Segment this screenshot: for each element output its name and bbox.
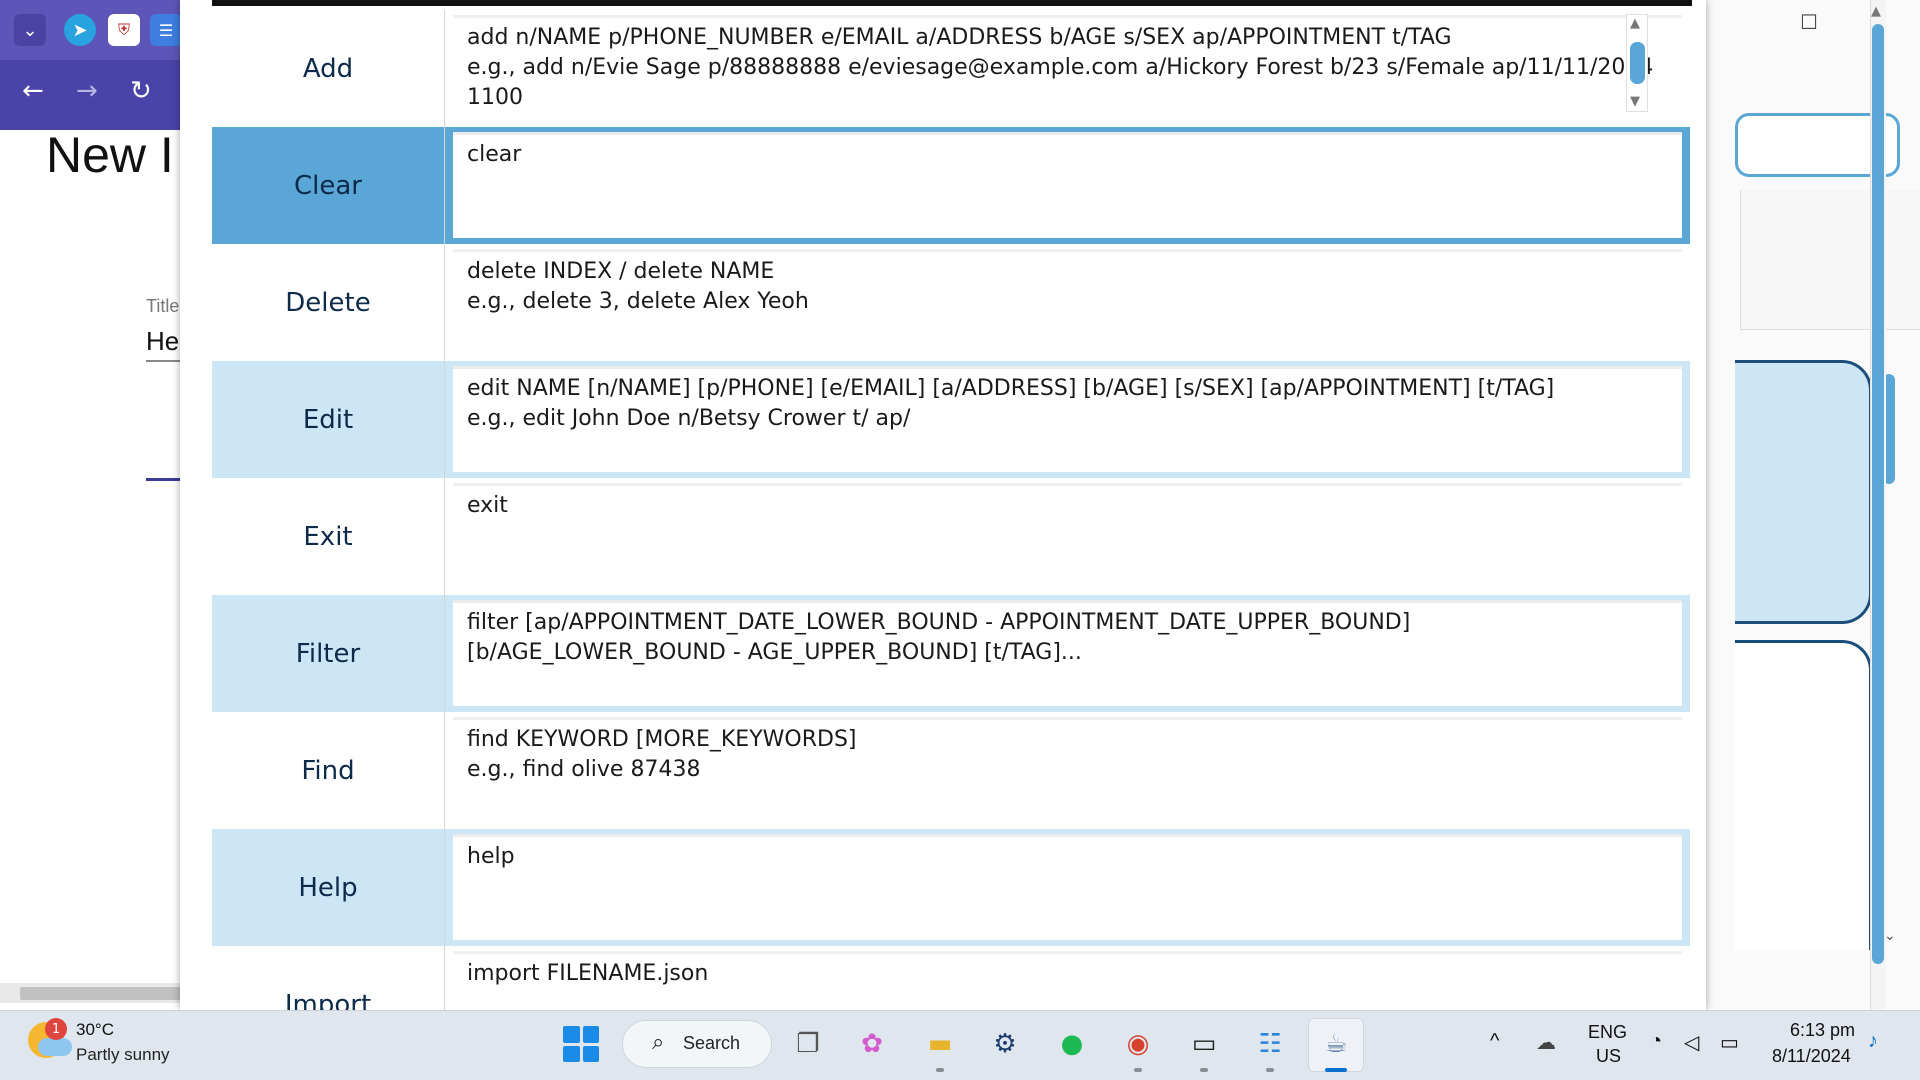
command-name-cell[interactable]: Help [212, 829, 445, 946]
reload-icon[interactable]: ↻ [130, 76, 152, 106]
weather-description[interactable]: Partly sunny [76, 1045, 170, 1065]
weather-temperature[interactable]: 30°C [76, 1020, 114, 1040]
command-row[interactable]: Exit exit [212, 478, 1690, 595]
command-row[interactable]: Clear clear [212, 127, 1690, 244]
person-card[interactable] [1735, 360, 1872, 624]
command-row[interactable]: Find find KEYWORD [MORE_KEYWORDS] e.g., f… [212, 712, 1690, 829]
search-label: Search [683, 1033, 741, 1053]
copilot-icon[interactable]: ✿ [852, 1024, 892, 1064]
command-description-text[interactable]: filter [ap/APPOINTMENT_DATE_LOWER_BOUND … [453, 600, 1682, 706]
command-description-text[interactable]: add n/NAME p/PHONE_NUMBER e/EMAIL a/ADDR… [453, 15, 1682, 121]
language-region[interactable]: US [1596, 1046, 1621, 1067]
file-explorer-icon[interactable]: ▬ [920, 1024, 960, 1064]
page-heading: New I [46, 127, 174, 183]
description-scrollbar-thumb[interactable] [1630, 42, 1645, 84]
forward-arrow-icon[interactable]: → [76, 76, 98, 106]
command-row[interactable]: Help help [212, 829, 1690, 946]
command-row[interactable]: Delete delete INDEX / delete NAME e.g., d… [212, 244, 1690, 361]
command-description-cell[interactable]: clear [445, 127, 1690, 244]
running-indicator [1266, 1068, 1274, 1072]
tab-list-button[interactable]: ⌄ [14, 14, 46, 46]
horizontal-scrollbar-thumb[interactable] [20, 987, 190, 1000]
crest-tab-icon[interactable]: ⛨ [108, 14, 140, 46]
command-description-cell[interactable]: edit NAME [n/NAME] [p/PHONE] [e/EMAIL] [… [445, 361, 1690, 478]
command-description-cell[interactable]: find KEYWORD [MORE_KEYWORDS] e.g., find … [445, 712, 1690, 829]
weather-cloud-icon[interactable] [38, 1038, 72, 1056]
command-name-cell[interactable]: Edit [212, 361, 445, 478]
active-indicator [1325, 1068, 1347, 1072]
running-indicator [1200, 1068, 1208, 1072]
command-description-cell[interactable]: delete INDEX / delete NAME e.g., delete … [445, 244, 1690, 361]
command-description-text[interactable]: import FILENAME.json [453, 951, 1682, 1010]
running-indicator [936, 1068, 944, 1072]
command-name-cell[interactable]: Clear [212, 127, 445, 244]
spotify-icon[interactable]: ● [1052, 1024, 1092, 1064]
command-row[interactable]: Filter filter [ap/APPOINTMENT_DATE_LOWER_… [212, 595, 1690, 712]
command-description-cell[interactable]: exit [445, 478, 1690, 595]
command-name-cell[interactable]: Add [212, 10, 445, 127]
clock-date[interactable]: 8/11/2024 [1772, 1046, 1851, 1067]
chrome-icon[interactable]: ◉ [1118, 1024, 1158, 1064]
maximize-icon[interactable]: ☐ [1800, 10, 1818, 34]
java-app-icon[interactable]: ☕ [1316, 1024, 1356, 1064]
command-description-cell[interactable]: add n/NAME p/PHONE_NUMBER e/EMAIL a/ADDR… [445, 10, 1690, 127]
title-field-label: Title [146, 296, 180, 316]
terminal-icon[interactable]: ▭ [1184, 1024, 1224, 1064]
command-description-text[interactable]: exit [453, 483, 1682, 589]
steam-icon[interactable]: ⚙ [985, 1024, 1025, 1064]
command-description-cell[interactable]: import FILENAME.json [445, 946, 1690, 1010]
command-description-text[interactable]: edit NAME [n/NAME] [p/PHONE] [e/EMAIL] [… [453, 366, 1682, 472]
command-description-text[interactable]: clear [453, 132, 1682, 238]
command-name-cell[interactable]: Filter [212, 595, 445, 712]
command-row[interactable]: Add add n/NAME p/PHONE_NUMBER e/EMAIL a/A… [212, 10, 1690, 127]
command-description-cell[interactable]: help [445, 829, 1690, 946]
telegram-tab-icon[interactable]: ➤ [64, 14, 96, 46]
start-button[interactable] [563, 1026, 599, 1062]
onedrive-icon[interactable]: ☁ [1536, 1030, 1556, 1055]
language-indicator[interactable]: ENG [1588, 1022, 1627, 1043]
volume-muted-icon[interactable]: ◁ [1684, 1030, 1699, 1055]
back-arrow-icon[interactable]: ← [22, 76, 44, 106]
command-help-table: Add add n/NAME p/PHONE_NUMBER e/EMAIL a/A… [212, 10, 1690, 1010]
command-name-cell[interactable]: Delete [212, 244, 445, 361]
notification-bell-icon[interactable]: ♪ [1868, 1030, 1878, 1053]
table-scrollbar-thumb[interactable] [1872, 24, 1884, 964]
command-description-text[interactable]: find KEYWORD [MORE_KEYWORDS] e.g., find … [453, 717, 1682, 823]
person-card[interactable] [1735, 640, 1872, 950]
command-row[interactable]: Import import FILENAME.json [212, 946, 1690, 1010]
scroll-up-icon[interactable]: ▲ [1630, 16, 1640, 31]
command-description-cell[interactable]: filter [ap/APPOINTMENT_DATE_LOWER_BOUND … [445, 595, 1690, 712]
scroll-down-icon[interactable]: ▼ [1630, 94, 1640, 109]
command-row[interactable]: Edit edit NAME [n/NAME] [p/PHONE] [e/EMAI… [212, 361, 1690, 478]
task-view-icon[interactable]: ❐ [788, 1024, 828, 1064]
search-icon: ⌕ [652, 1030, 665, 1055]
battery-icon[interactable]: ▭ [1720, 1030, 1739, 1055]
command-name-cell[interactable]: Exit [212, 478, 445, 595]
help-window: Add add n/NAME p/PHONE_NUMBER e/EMAIL a/A… [180, 0, 1886, 1010]
wifi-icon[interactable]: ◔ [1650, 1030, 1662, 1053]
chevron-up-icon[interactable]: ^ [1490, 1030, 1499, 1053]
scroll-up-icon[interactable]: ▲ [1871, 4, 1881, 19]
weather-badge: 1 [45, 1018, 67, 1040]
command-description-text[interactable]: delete INDEX / delete NAME e.g., delete … [453, 249, 1682, 355]
clock-time[interactable]: 6:13 pm [1790, 1020, 1855, 1041]
result-panel [1740, 190, 1920, 330]
command-name-cell[interactable]: Import [212, 946, 445, 1010]
notepad-icon[interactable]: ☷ [1250, 1024, 1290, 1064]
command-description-text[interactable]: help [453, 834, 1682, 940]
docs-tab-icon[interactable]: ☰ [150, 14, 182, 46]
running-indicator [1134, 1068, 1142, 1072]
command-name-cell[interactable]: Find [212, 712, 445, 829]
taskbar [0, 1010, 1920, 1080]
help-window-title-strip [212, 0, 1692, 6]
